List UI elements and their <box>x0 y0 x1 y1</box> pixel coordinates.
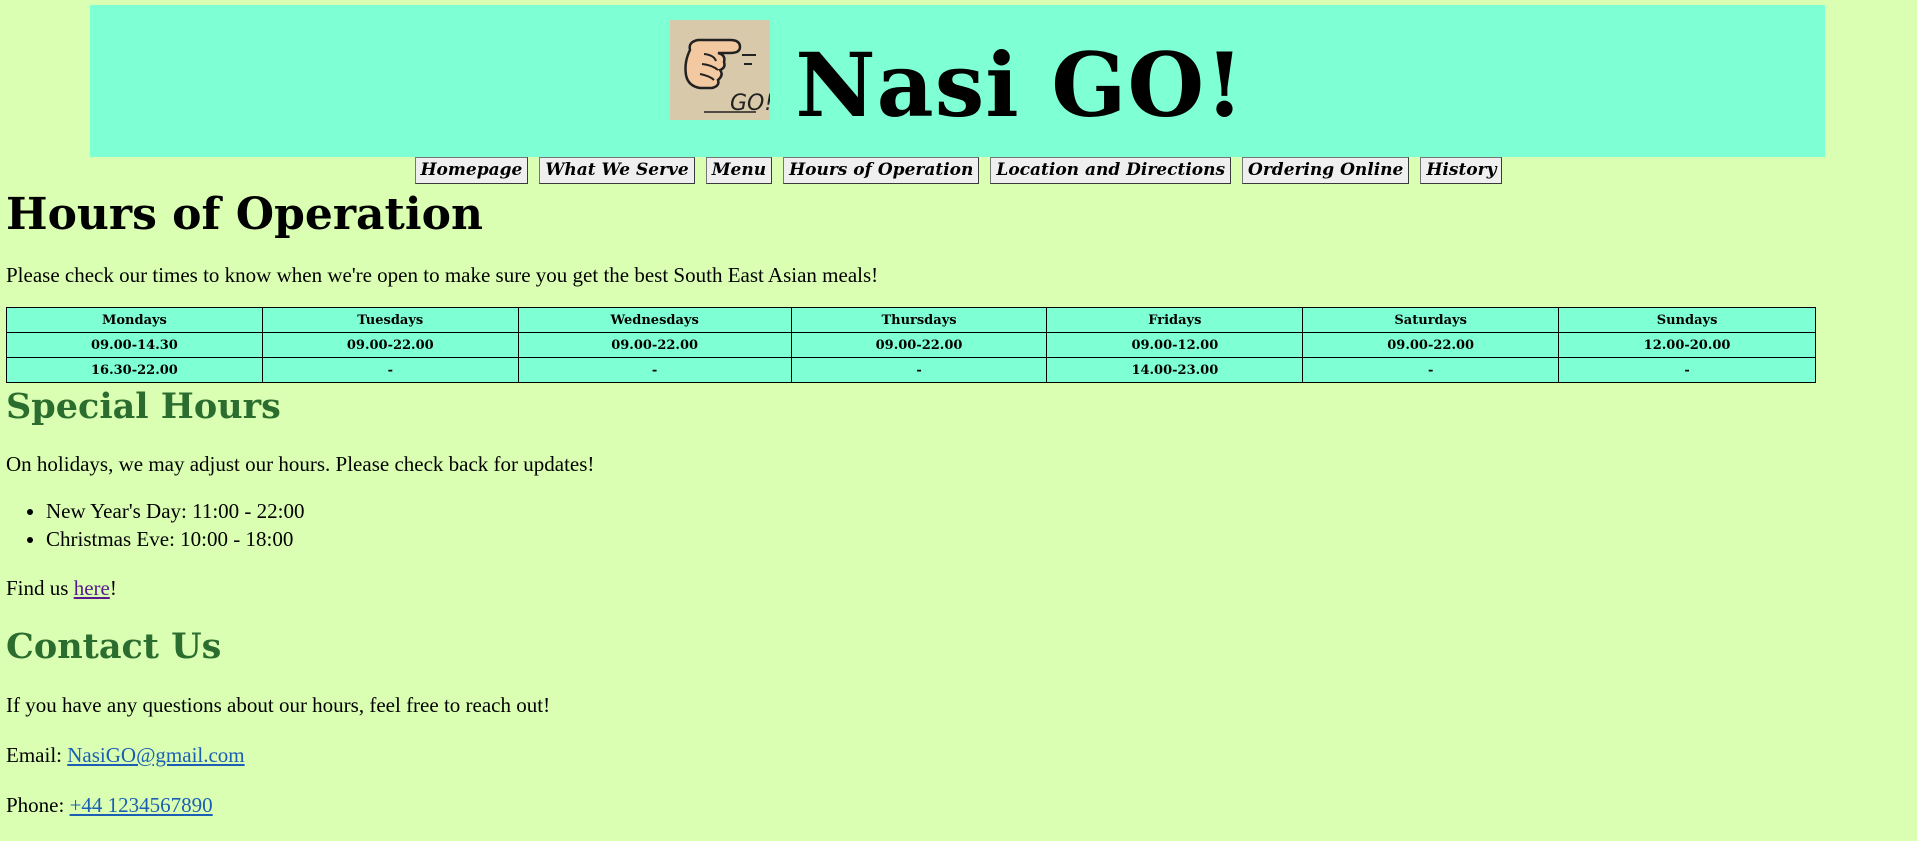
table-cell: - <box>1558 357 1816 383</box>
table-header-row: Mondays Tuesdays Wednesdays Thursdays Fr… <box>6 307 1816 333</box>
contact-intro: If you have any questions about our hour… <box>6 693 551 717</box>
table-cell: - <box>790 357 1048 383</box>
table-cell: 09.00-22.00 <box>517 332 792 358</box>
email-link[interactable]: NasiGO@gmail.com <box>67 743 244 767</box>
table-cell: 12.00-20.00 <box>1558 332 1816 358</box>
pointing-hand-go-icon: GO! <box>670 20 771 120</box>
table-cell: - <box>1302 357 1560 383</box>
table-cell: 14.00-23.00 <box>1046 357 1304 383</box>
table-header-cell: Sundays <box>1558 307 1816 333</box>
find-us-suffix: ! <box>109 576 117 600</box>
table-row: 09.00-14.30 09.00-22.00 09.00-22.00 09.0… <box>6 332 1816 358</box>
hours-table: Mondays Tuesdays Wednesdays Thursdays Fr… <box>6 307 1816 383</box>
table-header-cell: Wednesdays <box>517 307 792 333</box>
site-banner: GO! Nasi GO! <box>90 5 1825 157</box>
phone-label: Phone: <box>6 793 70 817</box>
table-row: 16.30-22.00 - - - 14.00-23.00 - - <box>6 357 1816 383</box>
list-item: New Year's Day: 11:00 - 22:00 <box>46 497 1906 525</box>
table-cell: 09.00-14.30 <box>6 332 263 358</box>
table-cell: 09.00-22.00 <box>1302 332 1560 358</box>
table-cell: 16.30-22.00 <box>6 357 263 383</box>
special-hours-list: New Year's Day: 11:00 - 22:00 Christmas … <box>6 497 1906 553</box>
table-header-cell: Tuesdays <box>261 307 519 333</box>
find-us-link[interactable]: here <box>74 576 110 600</box>
find-us-prefix: Find us <box>6 576 74 600</box>
contact-heading: Contact Us <box>6 626 222 667</box>
special-hours-heading: Special Hours <box>6 386 281 427</box>
site-title: Nasi GO! <box>795 33 1245 137</box>
table-cell: 09.00-12.00 <box>1046 332 1304 358</box>
page-title: Hours of Operation <box>6 189 483 240</box>
list-item: Christmas Eve: 10:00 - 18:00 <box>46 525 1906 553</box>
find-us-text: Find us here! <box>6 575 1906 601</box>
phone-link[interactable]: +44 1234567890 <box>70 793 213 817</box>
phone-line: Phone: +44 1234567890 <box>6 792 1906 818</box>
table-cell: - <box>261 357 519 383</box>
table-cell: - <box>517 357 792 383</box>
email-line: Email: NasiGO@gmail.com <box>6 742 1906 768</box>
table-header-cell: Fridays <box>1046 307 1304 333</box>
table-header-cell: Mondays <box>6 307 263 333</box>
intro-text: Please check our times to know when we'r… <box>6 263 879 287</box>
holiday-note: On holidays, we may adjust our hours. Pl… <box>6 452 595 476</box>
table-header-cell: Thursdays <box>790 307 1048 333</box>
table-header-cell: Saturdays <box>1302 307 1560 333</box>
table-cell: 09.00-22.00 <box>261 332 519 358</box>
email-label: Email: <box>6 743 68 767</box>
main-content: Hours of Operation Please check our time… <box>6 180 1906 818</box>
table-cell: 09.00-22.00 <box>790 332 1048 358</box>
